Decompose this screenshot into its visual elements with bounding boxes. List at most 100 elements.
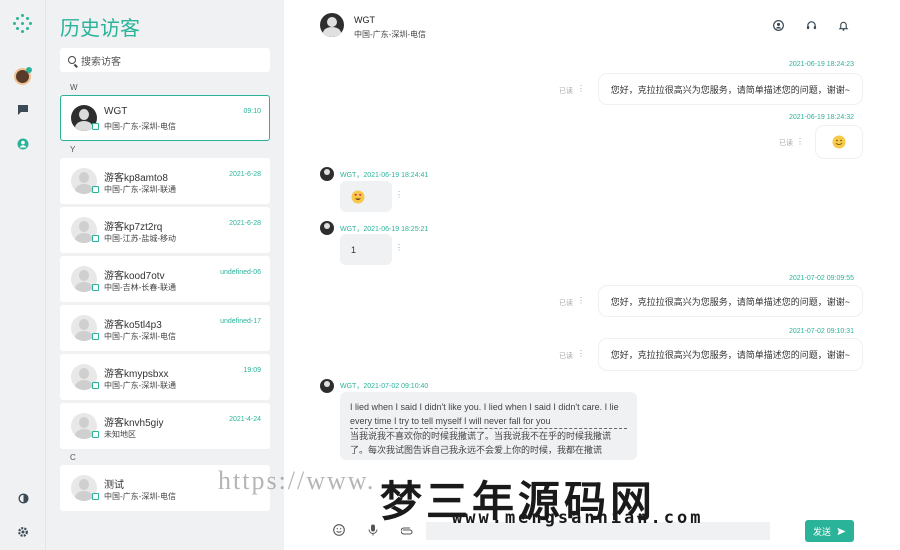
chat-header: WGT 中国-广东-深圳-电信 — [284, 0, 900, 54]
visitor-time: 09:10 — [243, 108, 261, 115]
original-text: I lied when I said I didn't like you. I … — [350, 400, 627, 429]
search-icon — [68, 56, 76, 64]
message-meta: WGT，2021-06-19 18:24:41 — [340, 172, 429, 179]
visitor-name: 游客kp8amto8 — [104, 173, 168, 184]
more-options-icon[interactable]: ⋮ — [577, 84, 585, 93]
smile-emoji-icon — [832, 135, 846, 149]
visitor-location: 中国-广东-深圳-电信 — [104, 122, 176, 131]
desktop-icon — [92, 431, 99, 438]
visitor-location: 中国-广东-深圳-联通 — [104, 185, 176, 194]
visitor-name: 游客kmypsbxx — [104, 369, 169, 380]
mobile-icon — [92, 123, 99, 130]
visitor-item[interactable]: 游客kp8amto8 中国-广东-深圳-联通 2021-6-28 — [60, 158, 270, 204]
visitor-name: 游客knvh5giy — [104, 418, 164, 429]
avatar — [320, 167, 334, 181]
message-bubble: 1 — [340, 234, 392, 265]
visitor-location: 中国-吉林-长春-联通 — [104, 283, 176, 292]
visitor-name: 测试 — [104, 480, 124, 491]
more-options-icon[interactable]: ⋮ — [577, 349, 585, 358]
message-text: 您好，克拉拉很高兴为您服务，请简单描述您的问题，谢谢~ — [610, 296, 850, 307]
user-profile-icon[interactable] — [772, 19, 784, 31]
search-placeholder: 搜索访客 — [81, 56, 121, 68]
send-label: 发送 — [812, 526, 831, 537]
visitor-name: 游客kood7otv — [104, 271, 165, 282]
group-letter: Y — [70, 145, 76, 154]
microphone-icon[interactable] — [366, 523, 380, 537]
translated-text: 当我说我不喜欢你的时候我撒谎了。当我说我不在乎的时候我撒谎了。每次我试图告诉自己… — [350, 431, 612, 455]
more-options-icon[interactable]: ⋮ — [395, 190, 403, 199]
visitor-time: 19:09 — [243, 367, 261, 374]
visitor-location: 中国-广东-深圳-联通 — [104, 381, 176, 390]
desktop-icon — [92, 382, 99, 389]
message-text: 您好，克拉拉很高兴为您服务，请简单描述您的问题，谢谢~ — [610, 350, 850, 360]
bell-icon[interactable] — [837, 19, 849, 31]
read-status: 已读 — [779, 140, 793, 147]
message-timestamp: 2021-07-02 09:10:31 — [789, 328, 854, 335]
desktop-icon — [92, 284, 99, 291]
visitor-item[interactable]: 游客kmypsbxx 中国-广东-深圳-联通 19:09 — [60, 354, 270, 400]
message-meta: WGT，2021-07-02 09:10:40 — [340, 383, 429, 390]
emoji-icon[interactable] — [332, 523, 346, 537]
app-logo-icon — [13, 14, 33, 34]
message-bubble: 您好，克拉拉很高兴为您服务，请简单描述您的问题，谢谢~ — [598, 339, 862, 370]
settings-gear-icon[interactable] — [13, 522, 33, 542]
message-text: 您好，克拉拉很高兴为您服务，请简单描述您的问题，谢谢~ — [610, 84, 850, 95]
watermark-url: https://www. — [218, 466, 376, 495]
visitor-item[interactable]: 游客ko5tl4p3 中国-广东-深圳-电信 undefined-17 — [60, 305, 270, 351]
read-status: 已读 — [559, 88, 573, 95]
dark-mode-icon[interactable] — [13, 488, 33, 508]
visitor-item[interactable]: 游客knvh5giy 未知地区 2021-4-24 — [60, 403, 270, 449]
desktop-icon — [92, 235, 99, 242]
group-letter: C — [70, 453, 76, 462]
visitor-location: 未知地区 — [104, 430, 136, 439]
message-bubble: 您好，克拉拉很高兴为您服务，请简单描述您的问题，谢谢~ — [598, 74, 862, 104]
icon-rail — [0, 0, 46, 550]
page-title: 历史访客 — [60, 16, 140, 40]
avatar — [320, 221, 334, 235]
user-circle-icon[interactable] — [13, 134, 33, 154]
chat-visitor-location: 中国-广东-深圳-电信 — [354, 30, 426, 39]
visitor-time: undefined-17 — [220, 318, 261, 325]
visitor-location: 中国-广东-深圳-电信 — [104, 332, 176, 341]
message-bubble — [340, 181, 392, 212]
message-timestamp: 2021-06-19 18:24:23 — [789, 61, 854, 68]
headset-icon[interactable] — [805, 19, 817, 31]
send-arrow-icon — [837, 527, 846, 535]
message-meta: WGT，2021-06-19 18:25:21 — [340, 226, 429, 233]
more-options-icon[interactable]: ⋮ — [577, 296, 585, 305]
visitor-time: 2021-6-28 — [229, 220, 261, 227]
heart-eyes-emoji-icon — [351, 190, 365, 203]
visitor-name: 游客kp7zt2rq — [104, 222, 163, 233]
message-timestamp: 2021-07-02 09:09:55 — [789, 275, 854, 282]
message-bubble: I lied when I said I didn't like you. I … — [340, 392, 637, 460]
visitor-item[interactable]: 游客kp7zt2rq 中国-江苏-盐城-移动 2021-6-28 — [60, 207, 270, 253]
visitor-item[interactable]: WGT 中国-广东-深圳-电信 09:10 — [60, 95, 270, 141]
message-bubble: 您好，克拉拉很高兴为您服务，请简单描述您的问题，谢谢~ — [598, 286, 862, 316]
more-options-icon[interactable]: ⋮ — [395, 243, 403, 252]
visitor-name: 游客ko5tl4p3 — [104, 320, 162, 331]
visitor-time: undefined-06 — [220, 269, 261, 276]
avatar — [320, 379, 334, 393]
group-letter: W — [70, 83, 78, 92]
read-status: 已读 — [559, 353, 573, 360]
avatar — [320, 13, 344, 37]
chat-visitor-name: WGT — [354, 15, 375, 25]
visitor-name: WGT — [104, 106, 128, 117]
send-button[interactable]: 发送 — [805, 520, 854, 542]
read-status: 已读 — [559, 300, 573, 307]
visitor-item[interactable]: 游客kood7otv 中国-吉林-长春-联通 undefined-06 — [60, 256, 270, 302]
mobile-icon — [92, 186, 99, 193]
desktop-icon — [92, 493, 99, 500]
visitor-location: 中国-江苏-盐城-移动 — [104, 234, 176, 243]
desktop-icon — [92, 333, 99, 340]
message-bubble — [816, 126, 862, 158]
visitor-time: 2021-4-24 — [229, 416, 261, 423]
chat-icon[interactable] — [13, 100, 33, 120]
message-text: 1 — [351, 244, 357, 255]
watermark-domain: www.mengsannian.com — [452, 508, 704, 528]
agent-avatar[interactable] — [14, 67, 32, 85]
visitor-time: 2021-6-28 — [229, 171, 261, 178]
message-timestamp: 2021-06-19 18:24:32 — [789, 114, 854, 121]
search-input[interactable]: 搜索访客 — [60, 48, 270, 72]
more-options-icon[interactable]: ⋮ — [796, 137, 804, 146]
